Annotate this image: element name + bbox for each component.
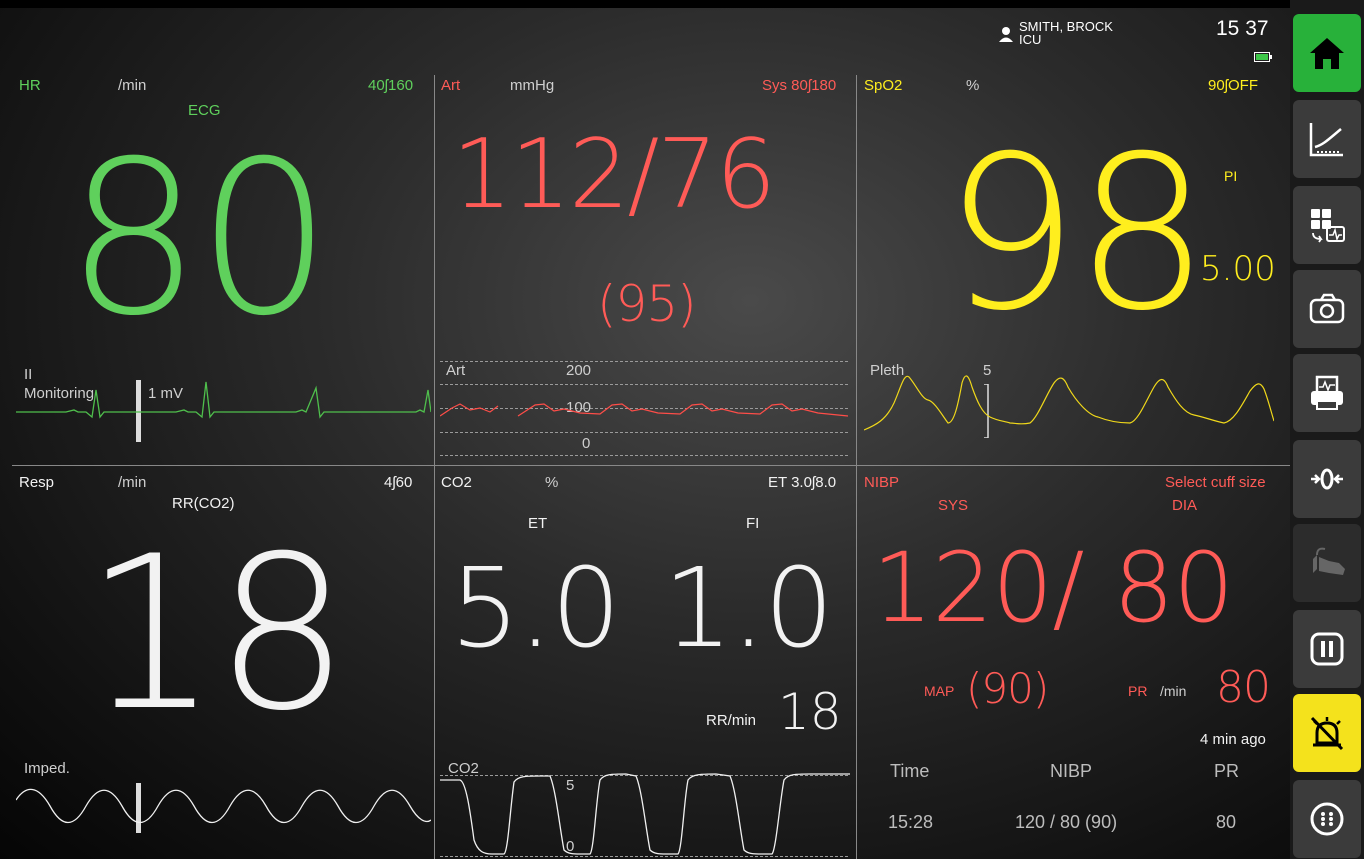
table-header-time: Time xyxy=(890,761,930,781)
pause-button[interactable] xyxy=(1293,610,1361,688)
pr-label: PR xyxy=(1128,683,1148,699)
alarm-audio-button[interactable] xyxy=(1293,694,1361,772)
art-scale-high: 200 xyxy=(566,362,592,379)
art-mean: (95) xyxy=(597,275,697,333)
home-button[interactable] xyxy=(1293,14,1361,92)
grid-line xyxy=(440,432,848,433)
divider xyxy=(434,75,435,859)
co2-limits: ET 3.0ʃ8.0 xyxy=(768,474,837,491)
ecg-waveform xyxy=(16,381,431,419)
print-button[interactable] xyxy=(1293,354,1361,432)
nibp-start-button[interactable] xyxy=(1293,524,1361,602)
more-button[interactable] xyxy=(1293,780,1361,858)
nibp-value: 120/ 80 xyxy=(872,532,1234,644)
art-waveform xyxy=(440,403,849,417)
monitor-layout-icon xyxy=(1311,209,1345,243)
nibp-age: 4 min ago xyxy=(1200,731,1266,748)
art-limits: Sys 80ʃ180 xyxy=(762,77,837,94)
spo2-limits: 90ʃOFF xyxy=(1208,77,1259,94)
patient-unit: ICU xyxy=(1019,32,1042,47)
nibp-label: NIBP xyxy=(864,474,900,491)
rr-label: RR/min xyxy=(706,712,757,729)
top-strip xyxy=(0,0,1290,8)
pi-label: PI xyxy=(1224,168,1238,184)
nibp-dia-label: DIA xyxy=(1172,497,1198,514)
printer-icon xyxy=(1311,375,1343,410)
fi-value: 1.0 xyxy=(663,544,834,672)
table-cell-pr: 80 xyxy=(1216,812,1237,832)
table-header-pr: PR xyxy=(1214,761,1240,781)
co2-label: CO2 xyxy=(441,474,472,491)
hr-limits: 40ʃ160 xyxy=(368,77,414,94)
patient-info[interactable]: SMITH, BROCK ICU xyxy=(999,20,1113,47)
more-icon xyxy=(1310,802,1344,836)
co2-unit: % xyxy=(545,474,559,491)
table-cell-time: 15:28 xyxy=(888,812,934,832)
pr-value: 80 xyxy=(1216,662,1271,713)
snapshot-button[interactable] xyxy=(1293,270,1361,348)
pleth-waveform xyxy=(864,375,1274,431)
divider xyxy=(12,465,1290,466)
table-header-nibp: NIBP xyxy=(1050,761,1093,781)
sidebar xyxy=(1290,0,1364,859)
spo2-unit: % xyxy=(966,77,980,94)
monitor-layout-button[interactable] xyxy=(1293,186,1361,264)
hr-value: 80 xyxy=(66,115,332,362)
spo2-value: 98 xyxy=(944,110,1210,357)
hr-label: HR xyxy=(19,77,41,94)
et-value: 5.0 xyxy=(450,544,621,672)
trends-icon xyxy=(1309,123,1343,157)
resp-value: 18 xyxy=(84,510,350,757)
table-cell-nibp: 120 / 80 (90) xyxy=(1015,812,1118,832)
pause-icon xyxy=(1310,632,1344,666)
battery-icon xyxy=(1254,52,1272,62)
art-scale-low: 0 xyxy=(582,435,591,452)
nibp-sys-label: SYS xyxy=(938,497,969,514)
pi-value: 5.00 xyxy=(1200,249,1276,289)
art-unit: mmHg xyxy=(510,77,555,94)
pr-unit: /min xyxy=(1160,683,1187,699)
art-wave-label: Art xyxy=(446,362,466,379)
nibp-cuff-icon xyxy=(1313,547,1345,575)
art-label: Art xyxy=(441,77,461,94)
imped-waveform xyxy=(16,788,431,824)
resp-limits: 4ʃ60 xyxy=(384,474,413,491)
clock: 15 37 xyxy=(1216,17,1269,40)
trends-button[interactable] xyxy=(1293,100,1361,178)
grid-line xyxy=(440,455,848,456)
fi-label: FI xyxy=(746,515,760,532)
art-value: 112/76 xyxy=(452,120,776,230)
hr-unit: /min xyxy=(118,77,147,94)
monitor-screen: SMITH, BROCK ICU 15 37 HR /min 40ʃ160 EC… xyxy=(0,0,1364,859)
grid-line xyxy=(440,384,848,385)
person-icon xyxy=(999,27,1013,42)
alarm-audio-off-icon xyxy=(1310,716,1344,751)
resp-unit: /min xyxy=(118,474,147,491)
divider xyxy=(856,75,857,859)
grid-line xyxy=(440,361,848,362)
camera-icon xyxy=(1309,293,1345,324)
map-label: MAP xyxy=(924,683,955,699)
zero-button[interactable] xyxy=(1293,440,1361,518)
resp-label: Resp xyxy=(19,474,55,491)
imped-label: Imped. xyxy=(24,760,70,777)
et-label: ET xyxy=(528,515,548,532)
map-value: (90) xyxy=(966,664,1049,713)
co2-waveform xyxy=(440,773,850,855)
nibp-cuff-message: Select cuff size xyxy=(1165,474,1266,491)
rr-value: 18 xyxy=(778,683,842,741)
spo2-label: SpO2 xyxy=(864,77,903,94)
zero-icon xyxy=(1311,468,1343,490)
home-icon xyxy=(1310,38,1344,69)
